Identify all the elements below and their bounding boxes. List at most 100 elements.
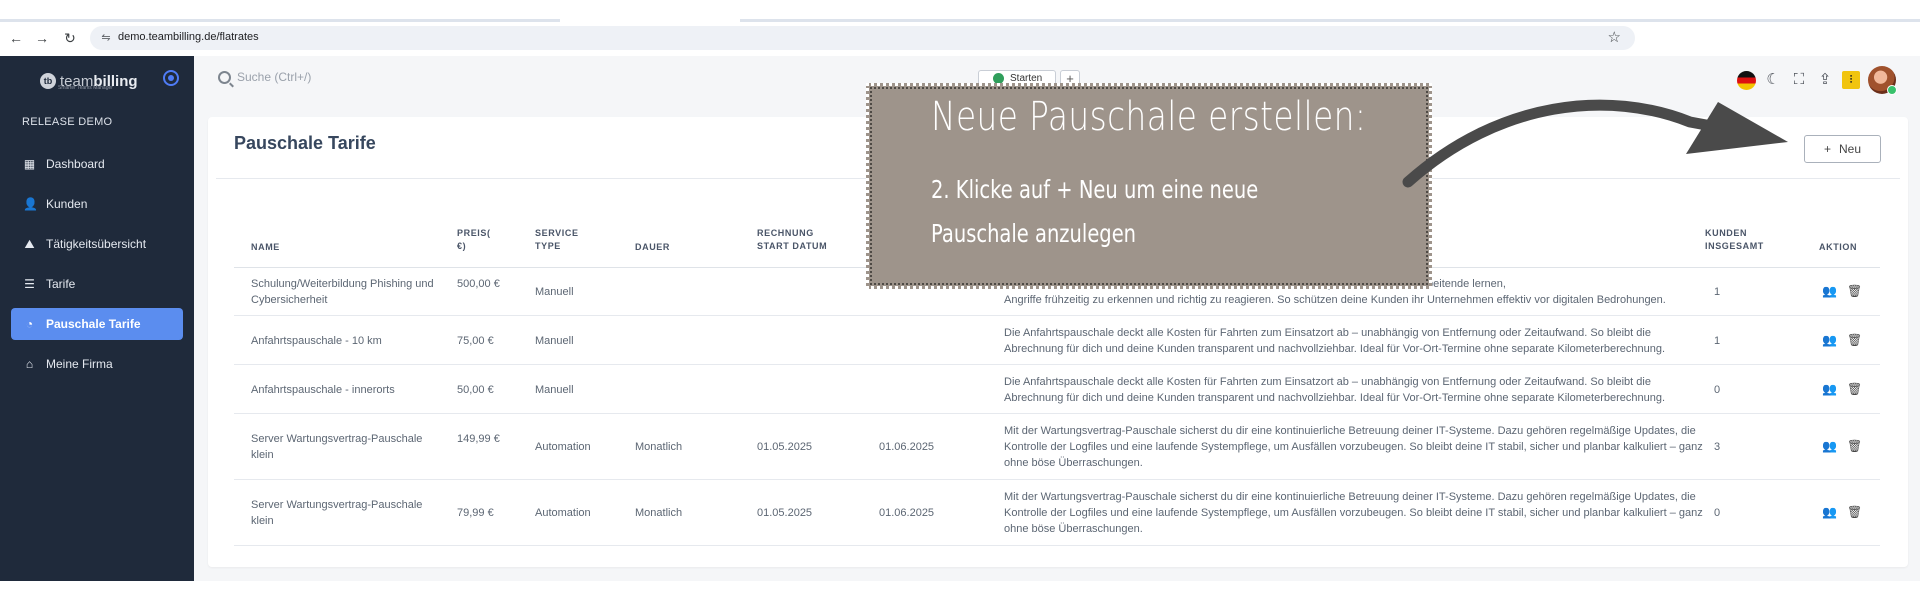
url-text[interactable]: demo.teambilling.de/flatrates	[118, 31, 259, 43]
overlay-line-2: Pauschale anzulegen	[931, 219, 1137, 248]
forward-icon[interactable]: →	[32, 29, 52, 47]
sidebar-item-meine-firma[interactable]: ⌂ Meine Firma	[11, 348, 183, 380]
sidebar-item-label: Tätigkeitsübersicht	[46, 237, 147, 251]
assign-customers-icon[interactable]: 👥	[1822, 505, 1837, 519]
col-header-invoice-start[interactable]: RECHNUNG START DATUM	[757, 227, 827, 253]
overlay-instructions: 2. Klicke auf + Neu um eine neue Pauscha…	[931, 168, 1368, 256]
assign-customers-icon[interactable]: 👥	[1822, 333, 1837, 347]
table-row[interactable]: Anfahrtspauschale - 10 km 75,00 € Manuel…	[234, 317, 1880, 365]
row-description: Mit der Wartungsvertrag-Pauschale sicher…	[1004, 425, 1703, 469]
sidebar-item-kunden[interactable]: 👤 Kunden	[11, 188, 183, 220]
row-price: 149,99 €	[457, 433, 500, 445]
back-icon[interactable]: ←	[6, 29, 26, 47]
col-header-duration[interactable]: DAUER	[635, 241, 670, 254]
sidebar-toggle-icon[interactable]	[163, 70, 179, 86]
sidebar-item-label: Pauschale Tarife	[46, 317, 141, 331]
row-price: 75,00 €	[457, 335, 494, 347]
sidebar-item-dashboard[interactable]: ▦ Dashboard	[11, 148, 183, 180]
logo-mark-icon: tb	[40, 73, 56, 89]
database-icon: ☰	[24, 276, 35, 291]
new-label: Neu	[1839, 142, 1862, 156]
row-actions: 👥 🗑	[1822, 439, 1862, 453]
row-actions: 👥 🗑	[1822, 505, 1862, 519]
plus-icon: +	[1823, 142, 1831, 156]
delete-icon[interactable]: 🗑	[1847, 439, 1862, 453]
site-settings-icon[interactable]: ⇋	[98, 30, 114, 46]
language-flag-icon[interactable]	[1737, 70, 1756, 90]
col-header-service-type[interactable]: SERVICE TYPE	[535, 227, 579, 253]
sidebar-item-taetigkeitsuebersicht[interactable]: ⛰ Tätigkeitsübersicht	[11, 228, 183, 260]
search-placeholder: Suche (Ctrl+/)	[237, 70, 312, 84]
delete-icon[interactable]: 🗑	[1847, 505, 1862, 519]
row-price: 500,00 €	[457, 278, 500, 290]
col-header-customer-count[interactable]: KUNDEN INSGESAMT	[1705, 227, 1764, 253]
reload-icon[interactable]: ↻	[60, 29, 80, 47]
home-icon: ⌂	[25, 356, 34, 371]
row-description: Angriffe frühzeitig zu erkennen und rich…	[1004, 294, 1666, 306]
row-name: Anfahrtspauschale - innerorts	[251, 384, 395, 396]
delete-icon[interactable]: 🗑	[1847, 382, 1862, 396]
header-actions: ☾ ⛶ ⇪ ⫶	[1737, 66, 1897, 95]
row-customer-count: 1	[1714, 286, 1721, 298]
row-actions: 👥 🗑	[1822, 333, 1862, 347]
row-service-type: Manuell	[535, 286, 574, 298]
tutorial-overlay: Neue Pauschale erstellen: 2. Klicke auf …	[866, 83, 1432, 289]
sidebar-item-tarife[interactable]: ☰ Tarife	[11, 268, 183, 300]
col-header-price[interactable]: PREIS( €)	[457, 227, 491, 253]
row-duration: Monatlich	[635, 441, 683, 453]
search-input[interactable]: Suche (Ctrl+/)	[218, 70, 311, 84]
settings-sliders-icon[interactable]: ⫶	[1842, 71, 1860, 89]
col-header-action: AKTION	[1819, 242, 1858, 252]
release-label: RELEASE DEMO	[22, 116, 113, 128]
sidebar-item-pauschale-tarife[interactable]: ◔ Pauschale Tarife	[11, 308, 183, 340]
avatar[interactable]	[1868, 66, 1897, 95]
row-customer-count: 3	[1714, 441, 1721, 453]
row-name: Anfahrtspauschale - 10 km	[251, 335, 382, 347]
tab-strip	[0, 0, 1920, 22]
row-service-type: Automation	[535, 441, 591, 453]
row-price: 50,00 €	[457, 384, 494, 396]
row-actions: 👥 🗑	[1822, 382, 1862, 396]
table-row[interactable]: Server Wartungsvertrag-Pauschale klein 7…	[234, 481, 1880, 546]
assign-customers-icon[interactable]: 👥	[1822, 439, 1837, 453]
row-price: 79,99 €	[457, 507, 494, 519]
row-customer-count: 1	[1714, 335, 1721, 347]
col-header-name[interactable]: NAME	[251, 241, 280, 254]
sidebar-item-label: Meine Firma	[46, 357, 113, 371]
new-flatrate-button[interactable]: + Neu	[1804, 135, 1881, 163]
row-description: Mit der Wartungsvertrag-Pauschale sicher…	[1004, 491, 1703, 535]
row-duration: Monatlich	[635, 507, 683, 519]
row-invoice-start: 01.05.2025	[757, 507, 813, 519]
row-name: Schulung/Weiterbildung Phishing und Cybe…	[251, 278, 434, 306]
logo-subtitle: Smarter Teams Manager	[58, 85, 113, 91]
active-tab-gap	[560, 19, 740, 22]
bookmark-star-icon[interactable]: ☆	[1608, 28, 1621, 46]
address-bar[interactable]: ⇋ demo.teambilling.de/flatrates ☆	[90, 26, 1635, 50]
row-customer-count: 0	[1714, 384, 1721, 396]
bottom-margin	[0, 581, 1920, 600]
assign-customers-icon[interactable]: 👥	[1822, 382, 1837, 396]
search-icon	[218, 70, 231, 84]
sidebar-item-label: Kunden	[46, 197, 88, 211]
browser-chrome: ← → ↻ ⇋ demo.teambilling.de/flatrates ☆	[0, 0, 1920, 56]
upload-icon[interactable]: ⇪	[1816, 71, 1834, 89]
delete-icon[interactable]: 🗑	[1847, 333, 1862, 347]
row-service-type: Manuell	[535, 335, 574, 347]
dark-mode-icon[interactable]: ☾	[1764, 71, 1782, 89]
row-service-type: Manuell	[535, 384, 574, 396]
row-customer-count: 0	[1714, 507, 1721, 519]
fullscreen-icon[interactable]: ⛶	[1790, 71, 1808, 89]
flatrate-icon: ◔	[25, 316, 34, 331]
table-row[interactable]: Server Wartungsvertrag-Pauschale klein 1…	[234, 415, 1880, 480]
activity-icon: ⛰	[24, 236, 35, 251]
sidebar-item-label: Tarife	[46, 277, 76, 291]
row-name: Server Wartungsvertrag-Pauschale klein	[251, 499, 423, 527]
table-row[interactable]: Anfahrtspauschale - innerorts 50,00 € Ma…	[234, 366, 1880, 414]
row-service-type: Automation	[535, 507, 591, 519]
delete-icon[interactable]: 🗑	[1847, 284, 1862, 298]
sidebar-item-label: Dashboard	[46, 157, 105, 171]
logo[interactable]: tb teambilling Smarter Teams Manager	[40, 68, 138, 94]
assign-customers-icon[interactable]: 👥	[1822, 284, 1837, 298]
page-title: Pauschale Tarife	[234, 133, 376, 153]
user-icon: 👤	[23, 196, 38, 211]
